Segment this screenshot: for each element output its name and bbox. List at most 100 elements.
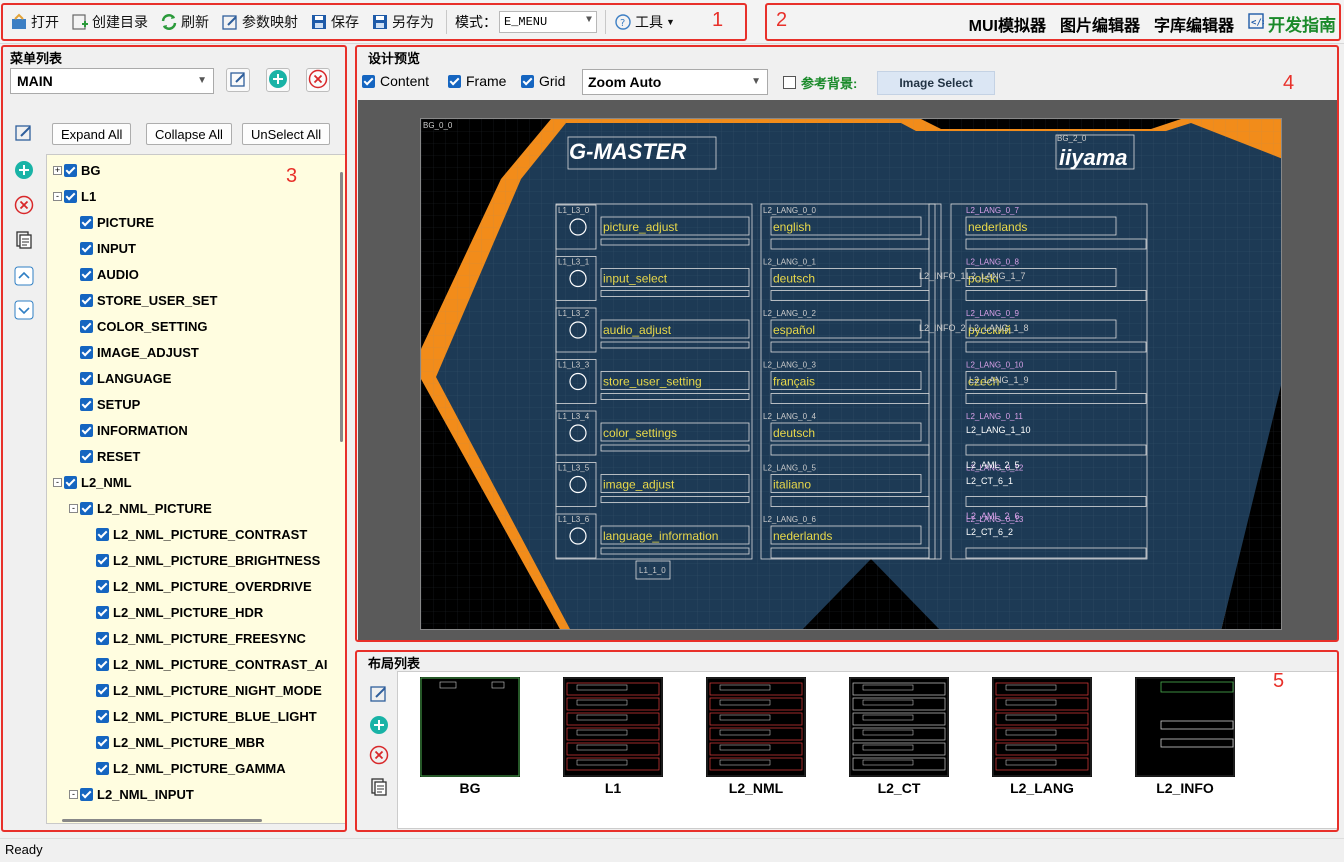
param-map-button[interactable]: 参数映射 (221, 12, 298, 32)
checkbox-checked-icon[interactable] (80, 449, 93, 463)
checkbox-checked-icon[interactable] (64, 163, 77, 177)
checkbox-checked-icon[interactable] (80, 371, 93, 385)
move-up-button[interactable] (12, 265, 36, 289)
checkbox-checked-icon[interactable] (80, 345, 93, 359)
tree-node[interactable]: L2_NML_PICTURE_BRIGHTNESS (85, 550, 320, 570)
layout-thumbnail[interactable] (992, 677, 1092, 777)
checkbox-checked-icon[interactable] (80, 787, 93, 801)
expand-all-button[interactable]: Expand All (52, 123, 132, 145)
layout-thumbnail[interactable] (849, 677, 949, 777)
add-menu-button[interactable] (266, 68, 290, 92)
tree-node[interactable]: L2_NML_PICTURE_MBR (85, 732, 265, 752)
tree-vertical-scrollbar[interactable] (340, 172, 343, 442)
image-select-button[interactable]: Image Select (877, 71, 995, 95)
layout-thumbnail[interactable] (420, 677, 520, 777)
tree-node[interactable]: SETUP (69, 394, 140, 414)
save-button[interactable]: 保存 (310, 12, 359, 32)
delete-menu-button[interactable] (306, 68, 330, 92)
mui-simulator-button[interactable]: MUI模拟器 (969, 12, 1046, 36)
mode-select[interactable]: E_MENU ▼ (499, 11, 597, 33)
content-checkbox[interactable]: Content (362, 73, 429, 89)
unselect-all-button[interactable]: UnSelect All (242, 123, 331, 145)
checkbox-checked-icon[interactable] (80, 293, 93, 307)
checkbox-checked-icon[interactable] (64, 475, 77, 489)
checkbox-checked-icon[interactable] (96, 709, 109, 723)
tree-node[interactable]: L2_NML_PICTURE_CONTRAST (85, 524, 307, 544)
tree-node[interactable]: COLOR_SETTING (69, 316, 208, 336)
refresh-button[interactable]: 刷新 (160, 12, 209, 32)
collapse-icon[interactable]: - (69, 789, 78, 799)
checkbox-checked-icon[interactable] (96, 605, 109, 619)
tree-node[interactable]: L2_NML_PICTURE_FREESYNC (85, 628, 306, 648)
tree-node[interactable]: L2_NML_PICTURE_BLUE_LIGHT (85, 706, 317, 726)
tree-node[interactable]: INFORMATION (69, 420, 188, 440)
tree-node[interactable]: INPUT (69, 238, 136, 258)
checkbox-checked-icon[interactable] (96, 735, 109, 749)
move-down-button[interactable] (12, 299, 36, 323)
layout-thumbnail[interactable] (1135, 677, 1235, 777)
tree-node[interactable]: - L2_NML (53, 472, 132, 492)
image-editor-button[interactable]: 图片编辑器 (1060, 12, 1140, 36)
tree-node[interactable]: L2_NML_PICTURE_GAMMA (85, 758, 286, 778)
tree-node[interactable]: + BG (53, 160, 101, 180)
checkbox-checked-icon[interactable] (80, 267, 93, 281)
tree-node[interactable]: L2_NML_PICTURE_CONTRAST_AI (85, 654, 328, 674)
edit-menu-button[interactable] (226, 68, 250, 92)
font-editor-button[interactable]: 字库编辑器 (1154, 12, 1234, 36)
checkbox-checked-icon[interactable] (96, 683, 109, 697)
collapse-icon[interactable]: - (53, 191, 62, 201)
copy-layout-button[interactable] (367, 776, 391, 800)
edit-layout-button[interactable] (367, 683, 391, 707)
delete-layout-button[interactable] (367, 744, 391, 768)
checkbox-checked-icon[interactable] (80, 215, 93, 229)
checkbox-checked-icon[interactable] (96, 761, 109, 775)
tree-node[interactable]: - L1 (53, 186, 96, 206)
tree-node[interactable]: - L2_NML_INPUT (69, 784, 194, 804)
checkbox-checked-icon[interactable] (96, 657, 109, 671)
checkbox-checked-icon[interactable] (96, 579, 109, 593)
checkbox-checked-icon[interactable] (80, 423, 93, 437)
tree-node[interactable]: AUDIO (69, 264, 139, 284)
add-node-button[interactable] (12, 159, 36, 183)
collapse-all-button[interactable]: Collapse All (146, 123, 232, 145)
dev-guide-button[interactable]: </> 开发指南 (1248, 11, 1336, 36)
edit-node-button[interactable] (12, 122, 36, 146)
menu-select[interactable]: MAIN ▼ (10, 68, 214, 94)
add-layout-button[interactable] (367, 714, 391, 738)
tree-node[interactable]: RESET (69, 446, 140, 466)
expand-icon[interactable]: + (53, 165, 62, 175)
tree-node[interactable]: STORE_USER_SET (69, 290, 217, 310)
checkbox-checked-icon[interactable] (96, 553, 109, 567)
open-button[interactable]: 打开 (10, 12, 59, 32)
zoom-select[interactable]: Zoom Auto ▼ (582, 69, 768, 95)
reference-bg-checkbox[interactable]: 参考背景: (783, 73, 857, 92)
tree-horizontal-scrollbar[interactable] (62, 819, 262, 822)
tree-node[interactable]: LANGUAGE (69, 368, 171, 388)
tree-node[interactable]: L2_NML_PICTURE_OVERDRIVE (85, 576, 312, 596)
collapse-icon[interactable]: - (69, 503, 78, 513)
checkbox-checked-icon[interactable] (96, 527, 109, 541)
tree-node[interactable]: L2_NML_PICTURE_HDR (85, 602, 263, 622)
copy-node-button[interactable] (12, 229, 36, 253)
grid-checkbox[interactable]: Grid (521, 73, 565, 89)
save-as-button[interactable]: 另存为 (371, 12, 434, 32)
delete-node-button[interactable] (12, 194, 36, 218)
layout-thumbnail[interactable] (706, 677, 806, 777)
tree-node[interactable]: IMAGE_ADJUST (69, 342, 199, 362)
design-canvas[interactable]: BG_0_0 G-MASTER BG_2_0 iiyama L1_L3_0 picture… (420, 118, 1282, 630)
checkbox-checked-icon[interactable] (96, 631, 109, 645)
tree-node[interactable]: PICTURE (69, 212, 154, 232)
checkbox-checked-icon[interactable] (80, 501, 93, 515)
tree-node[interactable]: L2_NML_PICTURE_NIGHT_MODE (85, 680, 322, 700)
tree-node[interactable]: - L2_NML_PICTURE (69, 498, 212, 518)
checkbox-checked-icon[interactable] (80, 397, 93, 411)
checkbox-checked-icon[interactable] (80, 319, 93, 333)
annotation-number: 5 (1273, 670, 1285, 692)
tools-menu-button[interactable]: ? 工具 ▼ (614, 12, 675, 32)
checkbox-checked-icon[interactable] (80, 241, 93, 255)
layout-thumbnail[interactable] (563, 677, 663, 777)
checkbox-checked-icon[interactable] (64, 189, 77, 203)
collapse-icon[interactable]: - (53, 477, 62, 487)
create-dir-button[interactable]: 创建目录 (71, 12, 148, 32)
frame-checkbox[interactable]: Frame (448, 73, 506, 89)
